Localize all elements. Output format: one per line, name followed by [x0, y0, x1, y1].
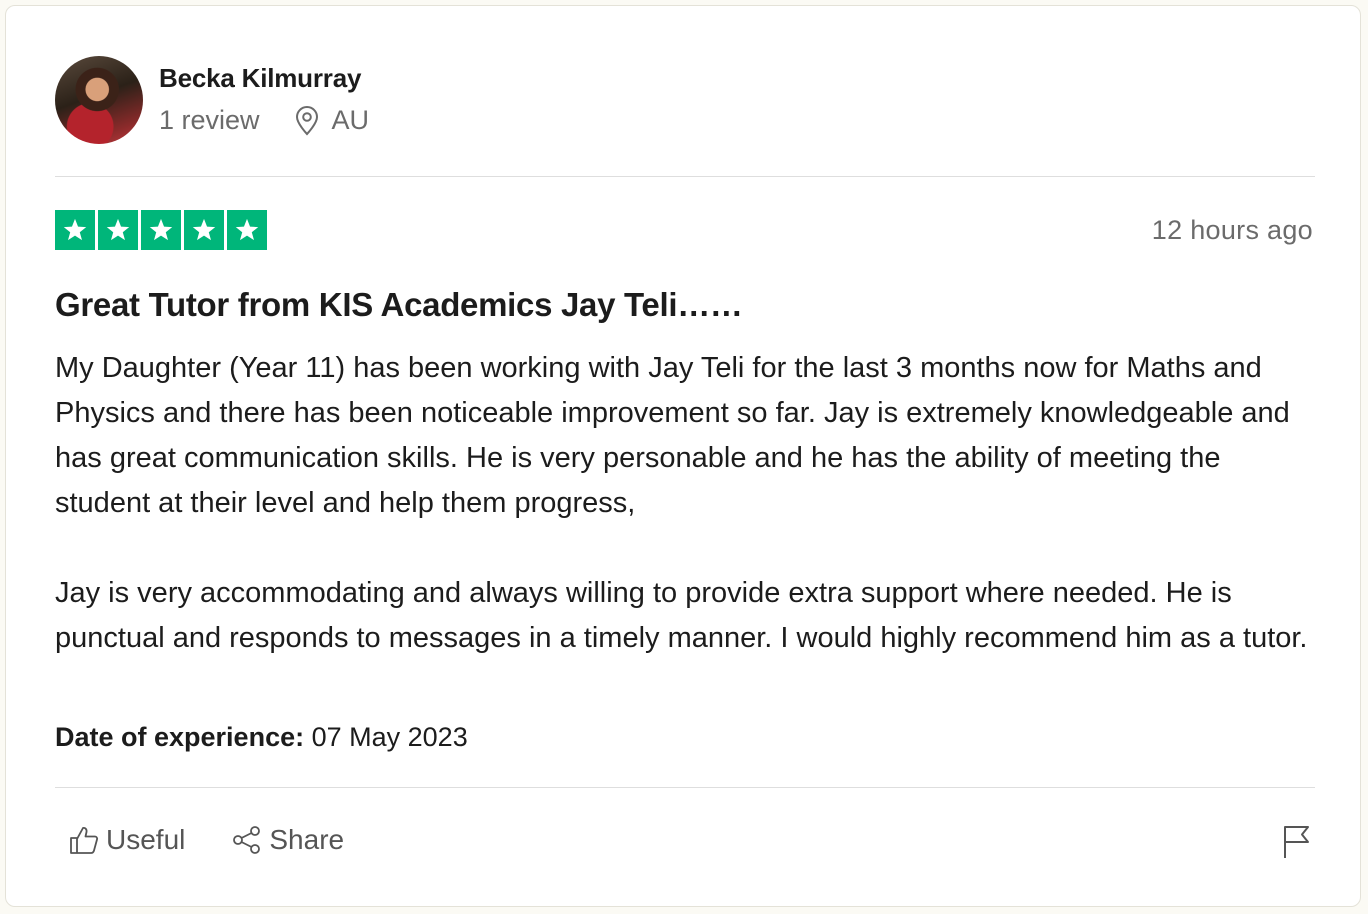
reviewer-meta: 1 review AU	[159, 105, 369, 136]
review-count: 1 review	[159, 105, 260, 135]
star-icon	[98, 210, 138, 250]
share-label: Share	[269, 824, 345, 855]
star-icon	[141, 210, 181, 250]
divider	[55, 787, 1315, 788]
star-icon	[184, 210, 224, 250]
review-title[interactable]: Great Tutor from KIS Academics Jay Teli……	[55, 286, 743, 324]
report-button[interactable]	[1282, 824, 1312, 865]
thumbs-up-icon	[70, 827, 99, 854]
review-paragraph: My Daughter (Year 11) has been working w…	[55, 352, 1290, 519]
reviewer-name[interactable]: Becka Kilmurray	[159, 63, 361, 94]
flag-icon	[1284, 826, 1309, 858]
reviewer-country: AU	[331, 105, 370, 135]
date-of-experience: Date of experience: 07 May 2023	[55, 722, 468, 753]
star-rating	[55, 210, 270, 250]
share-icon	[233, 826, 261, 854]
location-pin-icon	[295, 105, 318, 135]
avatar[interactable]	[55, 56, 143, 144]
share-button[interactable]: Share	[231, 824, 344, 856]
useful-label: Useful	[106, 824, 186, 855]
star-icon	[227, 210, 267, 250]
star-icon	[55, 210, 95, 250]
reviewer-location: AU	[294, 105, 370, 136]
experience-label: Date of experience:	[55, 722, 305, 752]
divider	[55, 176, 1315, 177]
review-actions: Useful Share	[68, 824, 344, 856]
review-card: Becka Kilmurray 1 review AU 12 hours ago…	[5, 5, 1361, 907]
posted-time: 12 hours ago	[1151, 215, 1313, 245]
review-body: My Daughter (Year 11) has been working w…	[55, 346, 1320, 661]
experience-date: 07 May 2023	[311, 722, 468, 752]
useful-button[interactable]: Useful	[68, 824, 185, 856]
review-paragraph: Jay is very accommodating and always wil…	[55, 577, 1308, 654]
